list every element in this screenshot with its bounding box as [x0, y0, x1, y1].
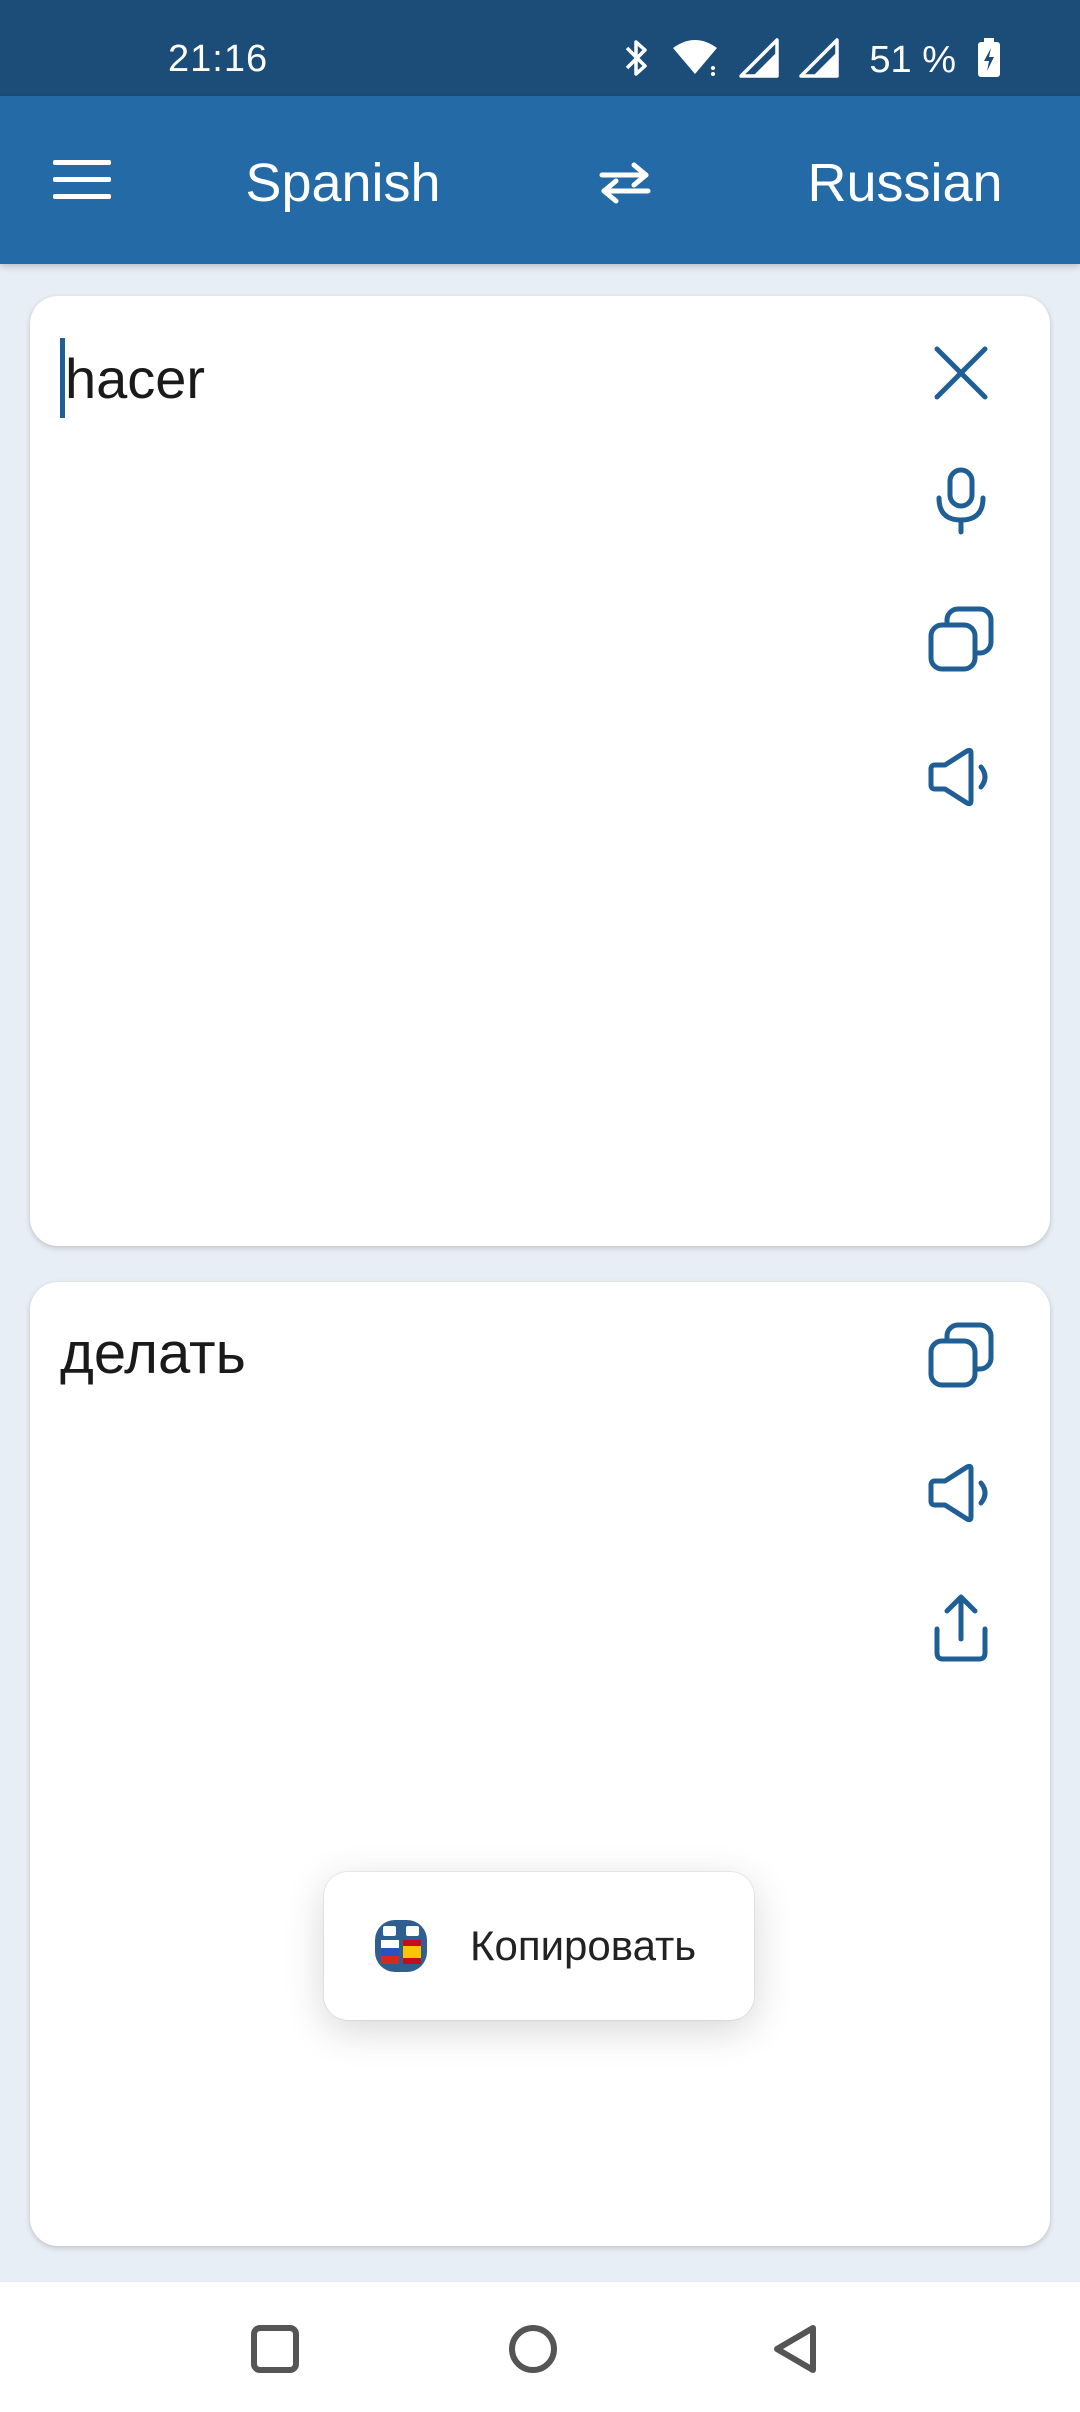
microphone-icon: [931, 466, 991, 541]
share-icon: [931, 1593, 991, 1670]
app-icon: [374, 1918, 428, 1974]
menu-icon: [53, 159, 111, 205]
source-language-selector[interactable]: Spanish: [212, 152, 474, 214]
status-bar: 21:16 51 %: [0, 0, 1080, 96]
home-button[interactable]: [488, 2306, 578, 2396]
share-button[interactable]: [916, 1586, 1006, 1676]
speaker-icon: [927, 1463, 995, 1528]
bluetooth-icon: [623, 37, 651, 84]
clear-button[interactable]: [916, 330, 1006, 420]
copy-icon: [927, 1321, 995, 1394]
battery-percent: 51 %: [869, 38, 956, 81]
microphone-button[interactable]: [916, 458, 1006, 548]
toast-message: Копировать: [470, 1922, 697, 1969]
clear-icon: [931, 343, 991, 408]
recents-button[interactable]: [230, 2306, 320, 2396]
status-time: 21:16: [168, 38, 269, 80]
back-button[interactable]: [750, 2306, 840, 2396]
menu-button[interactable]: [40, 140, 124, 224]
signal-icon: [799, 37, 840, 83]
back-icon: [769, 2322, 821, 2381]
battery-charging-icon: [976, 37, 1002, 84]
source-text-input[interactable]: hacer: [60, 338, 205, 418]
speaker-icon: [927, 747, 995, 812]
source-text-value: hacer: [65, 346, 206, 410]
copy-toast: Копировать: [324, 1872, 754, 2020]
navigation-bar: [0, 2282, 1080, 2412]
copy-translation-button[interactable]: [916, 1312, 1006, 1402]
speak-source-button[interactable]: [916, 734, 1006, 824]
copy-source-button[interactable]: [916, 596, 1006, 686]
target-language-selector[interactable]: Russian: [790, 152, 1020, 214]
swap-languages-icon: [596, 161, 654, 210]
status-icons: 51 %: [623, 36, 1002, 84]
output-card: делать: [30, 1282, 1050, 2246]
signal-icon: [739, 37, 780, 83]
speak-translation-button[interactable]: [916, 1450, 1006, 1540]
home-icon: [507, 2323, 559, 2380]
swap-languages-button[interactable]: [580, 140, 670, 230]
wifi-icon: [671, 38, 719, 83]
recents-icon: [250, 2324, 300, 2379]
app-bar: Spanish Russian: [0, 96, 1080, 264]
copy-icon: [927, 605, 995, 678]
translated-text[interactable]: делать: [60, 1320, 246, 1387]
input-card: hacer: [30, 296, 1050, 1246]
